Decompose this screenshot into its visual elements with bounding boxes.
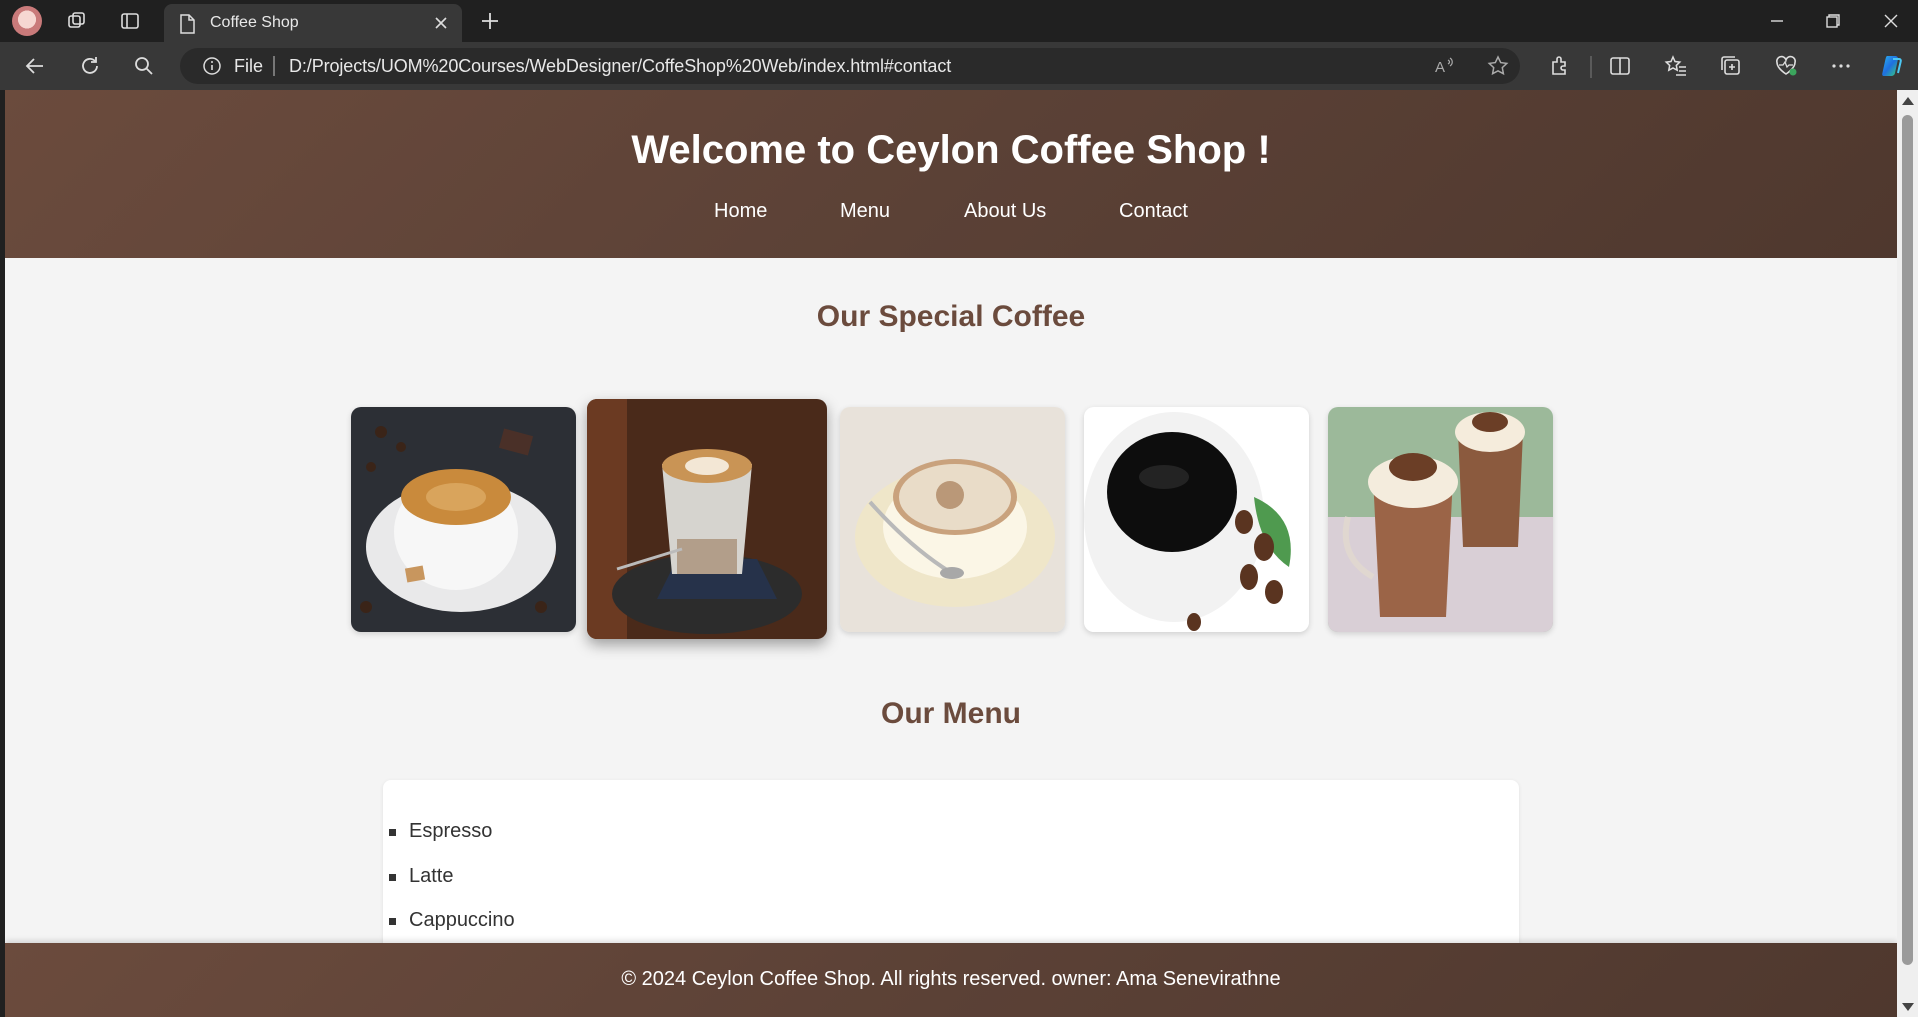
special-coffee-heading: Our Special Coffee (816, 300, 1086, 333)
divider (1590, 56, 1592, 78)
browser-essentials-icon[interactable] (1773, 53, 1799, 79)
window-close-icon[interactable] (1878, 8, 1904, 34)
divider (273, 56, 275, 76)
gallery-image-espresso[interactable] (351, 407, 576, 632)
nav-menu-link[interactable]: Menu (840, 200, 890, 223)
nav-home-link[interactable]: Home (714, 200, 767, 223)
tab-title: Coffee Shop (210, 14, 299, 31)
page-viewport: Welcome to Ceylon Coffee Shop ! Home Men… (5, 90, 1897, 1017)
browser-toolbar: File D:/Projects/UOM%20Courses/WebDesign… (0, 42, 1918, 90)
tab-coffee-shop[interactable]: Coffee Shop (164, 4, 462, 42)
menu-item: Cappuccino (389, 909, 515, 931)
site-title: Welcome to Ceylon Coffee Shop ! (631, 128, 1271, 172)
footer-text: © 2024 Ceylon Coffee Shop. All rights re… (621, 968, 1281, 990)
close-icon[interactable] (432, 14, 450, 32)
back-icon[interactable] (22, 53, 48, 79)
menu-item: Espresso (388, 820, 493, 842)
tab-actions-icon[interactable] (119, 10, 141, 32)
url-text[interactable]: D:/Projects/UOM%20Courses/WebDesigner/Co… (289, 56, 951, 77)
nav-contact-link[interactable]: Contact (1119, 200, 1188, 223)
scrollbar-thumb[interactable] (1902, 115, 1913, 965)
split-screen-icon[interactable] (1607, 53, 1633, 79)
minimize-icon[interactable] (1764, 8, 1790, 34)
site-footer: © 2024 Ceylon Coffee Shop. All rights re… (5, 943, 1897, 1017)
extensions-icon[interactable] (1547, 53, 1573, 79)
read-aloud-icon[interactable]: A (1432, 54, 1456, 78)
favorite-star-icon[interactable] (1486, 54, 1510, 78)
collections-icon[interactable] (1718, 53, 1744, 79)
restore-icon[interactable] (1820, 8, 1846, 34)
document-icon (178, 14, 196, 34)
gallery-image-cappuccino[interactable] (840, 407, 1065, 632)
svg-text:A: A (1435, 59, 1445, 76)
gallery-image-latte[interactable] (587, 399, 827, 639)
site-header: Welcome to Ceylon Coffee Shop ! Home Men… (5, 90, 1897, 258)
scroll-up-arrow-icon[interactable] (1902, 97, 1914, 105)
menu-heading: Our Menu (881, 697, 1021, 730)
favorites-icon[interactable] (1663, 53, 1689, 79)
tab-strip: Coffee Shop (0, 0, 1918, 42)
workspaces-icon[interactable] (66, 10, 88, 32)
nav-about-link[interactable]: About Us (964, 200, 1046, 223)
url-scheme-label: File (234, 56, 264, 76)
menu-item: Latte (388, 865, 454, 887)
search-icon[interactable] (131, 53, 157, 79)
page-scrollbar[interactable] (1897, 90, 1918, 1017)
address-bar[interactable]: File D:/Projects/UOM%20Courses/WebDesign… (180, 48, 1520, 84)
scroll-down-arrow-icon[interactable] (1902, 1003, 1914, 1011)
more-icon[interactable] (1828, 53, 1854, 79)
info-icon[interactable] (202, 56, 222, 76)
gallery-image-black-coffee[interactable] (1084, 407, 1309, 632)
new-tab-icon[interactable] (478, 9, 502, 33)
copilot-icon[interactable] (1879, 53, 1905, 79)
profile-avatar[interactable] (12, 6, 42, 36)
refresh-icon[interactable] (77, 53, 103, 79)
gallery-image-iced-mocha[interactable] (1328, 407, 1553, 632)
